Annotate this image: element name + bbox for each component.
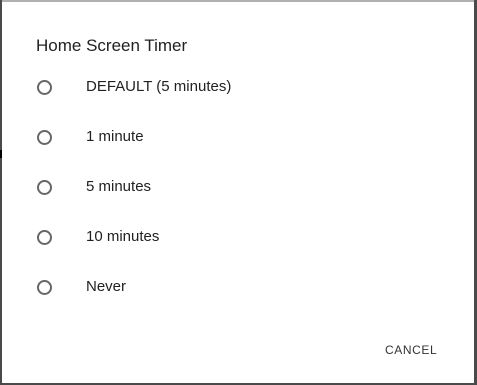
option-label: 10 minutes [86, 228, 160, 245]
option-5-minutes[interactable]: 5 minutes [2, 166, 474, 214]
option-1-minute[interactable]: 1 minute [2, 116, 474, 164]
radio-unchecked-icon[interactable] [37, 180, 52, 195]
option-label: 1 minute [86, 128, 144, 145]
dialog-title: Home Screen Timer [36, 36, 188, 55]
option-label: DEFAULT (5 minutes) [86, 78, 232, 95]
option-label: 5 minutes [86, 178, 152, 195]
radio-unchecked-icon[interactable] [37, 230, 52, 245]
option-label: Never [86, 278, 127, 295]
option-10-minutes[interactable]: 10 minutes [2, 216, 474, 264]
radio-unchecked-icon[interactable] [37, 280, 52, 295]
home-screen-timer-dialog: Home Screen Timer DEFAULT (5 minutes) 1 … [2, 2, 474, 383]
option-default[interactable]: DEFAULT (5 minutes) [2, 66, 474, 114]
radio-unchecked-icon[interactable] [37, 80, 52, 95]
option-never[interactable]: Never [2, 266, 474, 314]
cancel-button[interactable]: CANCEL [385, 342, 437, 358]
radio-unchecked-icon[interactable] [37, 130, 52, 145]
